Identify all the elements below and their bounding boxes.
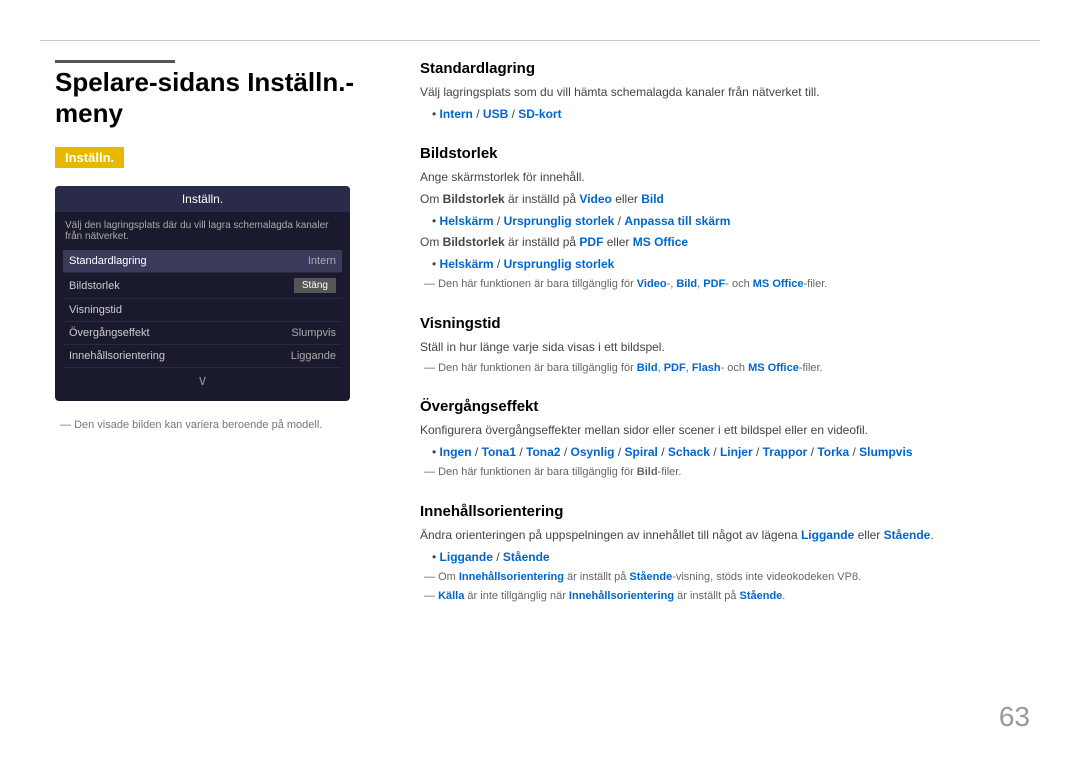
section-bildstorlek: Bildstorlek Ange skärmstorlek för innehå… <box>420 145 1040 293</box>
opt-tona1: Tona1 <box>482 445 516 459</box>
note-pdf-v: PDF <box>664 362 686 374</box>
menu-label: Visningstid <box>69 304 122 316</box>
section-title-bildstorlek: Bildstorlek <box>420 145 1040 162</box>
option-video: Video <box>579 192 611 206</box>
opt-staende: Stående <box>884 528 931 542</box>
device-header: Inställn. <box>55 186 350 212</box>
note-innehallsorientering2: Källa är inte tillgänglig när Innehållso… <box>420 588 1040 605</box>
title-divider <box>55 60 175 63</box>
section-overgangeffekt: Övergångseffekt Konfigurera övergångseff… <box>420 398 1040 481</box>
bildstorlek-line1: Om Bildstorlek är inställd på Video elle… <box>420 190 1040 208</box>
bildstorlek-line2: Om Bildstorlek är inställd på PDF eller … <box>420 233 1040 251</box>
opt-liggande: Liggande <box>801 528 854 542</box>
section-title-innehallsorientering: Innehållsorientering <box>420 503 1040 520</box>
opt-anpassa: Anpassa till skärm <box>624 214 730 228</box>
page-number: 63 <box>999 701 1030 733</box>
note-innehallsorientering3: Innehållsorientering <box>569 590 674 602</box>
menu-label: Övergångseffekt <box>69 327 150 339</box>
bullet-helskarm2: Helskärm / Ursprunglig storlek <box>432 255 1040 273</box>
note-innehallsorientering: Innehållsorientering <box>459 571 564 583</box>
section-title-visningstid: Visningstid <box>420 315 1040 332</box>
note-bild-v: Bild <box>637 362 658 374</box>
bullet-intern-usb: Intern / USB / SD-kort <box>432 105 1040 123</box>
option-bild: Bild <box>641 192 664 206</box>
option-intern: Intern <box>440 107 473 121</box>
section-text-overgangeffekt: Konfigurera övergångseffekter mellan sid… <box>420 421 1040 439</box>
footnote: Den visade bilden kan variera beroende p… <box>55 419 365 431</box>
note-visningstid: Den här funktionen är bara tillgänglig f… <box>420 360 1040 377</box>
opt-torka: Torka <box>817 445 849 459</box>
section-title-overgangeffekt: Övergångseffekt <box>420 398 1040 415</box>
opt-ursprunglig: Ursprunglig storlek <box>504 214 615 228</box>
note-msoffice-v: MS Office <box>748 362 799 374</box>
section-standardlagring: Standardlagring Välj lagringsplats som d… <box>420 60 1040 123</box>
menu-value: Intern <box>308 255 336 267</box>
opt-ingen: Ingen <box>440 445 472 459</box>
section-title-standardlagring: Standardlagring <box>420 60 1040 77</box>
top-border <box>40 40 1040 41</box>
note-bild-o: Bild <box>637 466 658 478</box>
page-title: Spelare-sidans Inställn.-meny <box>55 67 365 129</box>
opt-helskarm: Helskärm <box>440 214 494 228</box>
note-msoffice: MS Office <box>753 278 804 290</box>
note-kalla: Källa <box>438 590 464 602</box>
opt-linjer: Linjer <box>720 445 753 459</box>
menu-label: Bildstorlek <box>69 280 120 292</box>
opt-schack: Schack <box>668 445 710 459</box>
bullet-helskarm1: Helskärm / Ursprunglig storlek / Anpassa… <box>432 212 1040 230</box>
left-column: Spelare-sidans Inställn.-meny Inställn. … <box>55 60 365 431</box>
opt-osynlig: Osynlig <box>571 445 615 459</box>
section-text-standardlagring: Välj lagringsplats som du vill hämta sch… <box>420 83 1040 101</box>
option-usb: USB <box>483 107 508 121</box>
menu-label: Innehållsorientering <box>69 350 165 362</box>
opt-trappor: Trappor <box>763 445 808 459</box>
device-screenshot: Inställn. Välj den lagringsplats där du … <box>55 186 350 401</box>
bullet-innehallsorientering: Liggande / Stående <box>432 548 1040 566</box>
note-staende: Stående <box>629 571 672 583</box>
opt-liggande2: Liggande <box>440 550 493 564</box>
note-flash-v: Flash <box>692 362 721 374</box>
option-msoffice: MS Office <box>633 235 688 249</box>
menu-item-innehallsorientering: Innehållsorientering Liggande <box>63 345 342 368</box>
opt-slumpvis: Slumpvis <box>859 445 912 459</box>
note-staende2: Stående <box>739 590 782 602</box>
opt-tona2: Tona2 <box>526 445 560 459</box>
bold-bildstorlek2: Bildstorlek <box>443 235 505 249</box>
menu-item-standardlagring: Standardlagring Intern <box>63 250 342 273</box>
note-video: Video <box>637 278 667 290</box>
menu-item-bildstorlek: Bildstorlek Stäng <box>63 273 342 299</box>
note-bild: Bild <box>676 278 697 290</box>
section-text-innehallsorientering: Ändra orienteringen på uppspelningen av … <box>420 526 1040 544</box>
note-pdf: PDF <box>703 278 725 290</box>
section-innehallsorientering: Innehållsorientering Ändra orienteringen… <box>420 503 1040 605</box>
note-bildstorlek: Den här funktionen är bara tillgänglig f… <box>420 276 1040 293</box>
section-visningstid: Visningstid Ställ in hur länge varje sid… <box>420 315 1040 377</box>
opt-staende2: Stående <box>503 550 550 564</box>
right-column: Standardlagring Välj lagringsplats som d… <box>420 60 1040 627</box>
menu-value: Slumpvis <box>291 327 336 339</box>
opt-ursprunglig2: Ursprunglig storlek <box>504 257 615 271</box>
device-body: Välj den lagringsplats där du vill lagra… <box>55 212 350 401</box>
menu-item-visningstid: Visningstid <box>63 299 342 322</box>
menu-item-overgangeffekt: Övergångseffekt Slumpvis <box>63 322 342 345</box>
badge: Inställn. <box>55 147 124 168</box>
menu-label: Standardlagring <box>69 255 147 267</box>
note-innehallsorientering1: Om Innehållsorientering är inställt på S… <box>420 569 1040 586</box>
option-pdf: PDF <box>579 235 603 249</box>
scroll-chevron: ∨ <box>63 368 342 393</box>
option-sdkort: SD-kort <box>518 107 561 121</box>
bullet-overgangeffekt: Ingen / Tona1 / Tona2 / Osynlig / Spiral… <box>432 443 1040 461</box>
section-text-visningstid: Ställ in hur länge varje sida visas i et… <box>420 338 1040 356</box>
opt-spiral: Spiral <box>625 445 658 459</box>
bold-bildstorlek: Bildstorlek <box>443 192 505 206</box>
opt-helskarm2: Helskärm <box>440 257 494 271</box>
device-subtitle: Välj den lagringsplats där du vill lagra… <box>63 220 342 242</box>
note-overgangeffekt: Den här funktionen är bara tillgänglig f… <box>420 464 1040 481</box>
section-text-bildstorlek: Ange skärmstorlek för innehåll. <box>420 168 1040 186</box>
menu-value: Liggande <box>291 350 336 362</box>
stang-button[interactable]: Stäng <box>294 278 336 293</box>
